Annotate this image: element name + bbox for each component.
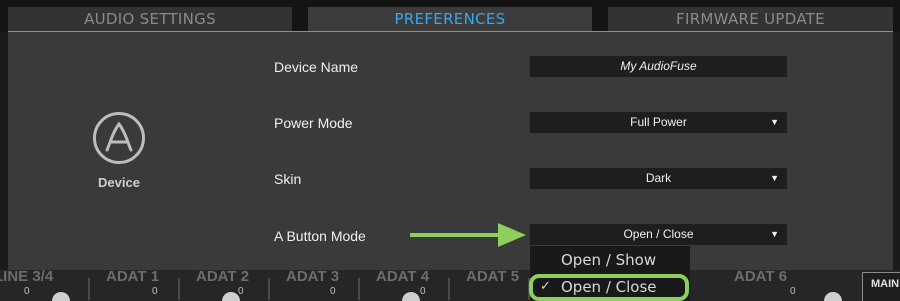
mixer-channel: LINE 3/4 0	[0, 268, 92, 301]
device-name-label: Device Name	[274, 59, 359, 75]
device-label: Device	[98, 175, 140, 190]
channel-gain-value: 0	[790, 286, 796, 297]
channel-gain-value: 0	[420, 286, 426, 297]
arturia-logo-icon	[93, 112, 145, 164]
skin-label: Skin	[274, 171, 302, 187]
skin-select[interactable]: Dark ▼	[530, 168, 787, 189]
mixer-channel: ADAT 5	[452, 268, 530, 301]
a-button-mode-value: Open / Close	[623, 227, 694, 241]
annotation-highlight-ring	[529, 274, 689, 301]
mixer-strip: LINE 3/4 0 ADAT 1 0 ADAT 2 0 ADAT 3 0 AD…	[0, 268, 900, 301]
tab-bar: AUDIO SETTINGS PREFERENCES FIRMWARE UPDA…	[0, 0, 900, 32]
gain-knob[interactable]	[52, 292, 70, 301]
channel-name: ADAT 4	[376, 268, 430, 285]
chevron-down-icon: ▼	[770, 173, 779, 183]
dropdown-option-open-show[interactable]: Open / Show	[530, 247, 690, 273]
tab-preferences[interactable]: PREFERENCES	[308, 7, 592, 31]
channel-divider	[178, 278, 180, 300]
channel-gain-value: 0	[238, 286, 244, 297]
gain-knob[interactable]	[824, 292, 842, 301]
channel-name: ADAT 3	[286, 268, 340, 285]
channel-divider	[358, 278, 360, 300]
chevron-down-icon: ▼	[770, 117, 779, 127]
a-button-mode-label: A Button Mode	[274, 228, 366, 244]
mixer-channel: ADAT 2 0	[182, 268, 272, 301]
channel-name: ADAT 1	[106, 268, 160, 285]
skin-value: Dark	[645, 171, 672, 185]
tab-audio-settings[interactable]: AUDIO SETTINGS	[8, 7, 292, 31]
gain-knob[interactable]	[402, 292, 420, 301]
mixer-channel: ADAT 6 0	[720, 268, 860, 301]
channel-name: ADAT 6	[734, 268, 788, 285]
chevron-down-icon: ▼	[770, 229, 779, 239]
channel-divider	[88, 278, 90, 300]
channel-divider	[268, 278, 270, 300]
option-label: Open / Show	[561, 251, 657, 269]
channel-name: LINE 3/4	[0, 268, 54, 285]
a-button-mode-select[interactable]: Open / Close ▼	[530, 224, 787, 245]
mixer-channel: ADAT 4 0	[362, 268, 452, 301]
power-mode-label: Power Mode	[274, 115, 353, 131]
power-mode-value: Full Power	[630, 115, 687, 129]
device-name-input[interactable]: My AudioFuse	[530, 56, 787, 77]
channel-name: ADAT 5	[466, 268, 520, 285]
tab-firmware-update[interactable]: FIRMWARE UPDATE	[608, 7, 893, 31]
channel-divider	[448, 278, 450, 300]
channel-gain-value: 0	[24, 286, 30, 297]
power-mode-select[interactable]: Full Power ▼	[530, 112, 787, 133]
main-output-label: MAIN	[862, 272, 900, 301]
channel-gain-value: 0	[330, 286, 336, 297]
mixer-channel: ADAT 3 0	[272, 268, 362, 301]
channel-name: ADAT 2	[196, 268, 250, 285]
mixer-channel: ADAT 1 0	[92, 268, 182, 301]
channel-gain-value: 0	[152, 286, 158, 297]
annotation-arrow-icon	[410, 223, 526, 247]
